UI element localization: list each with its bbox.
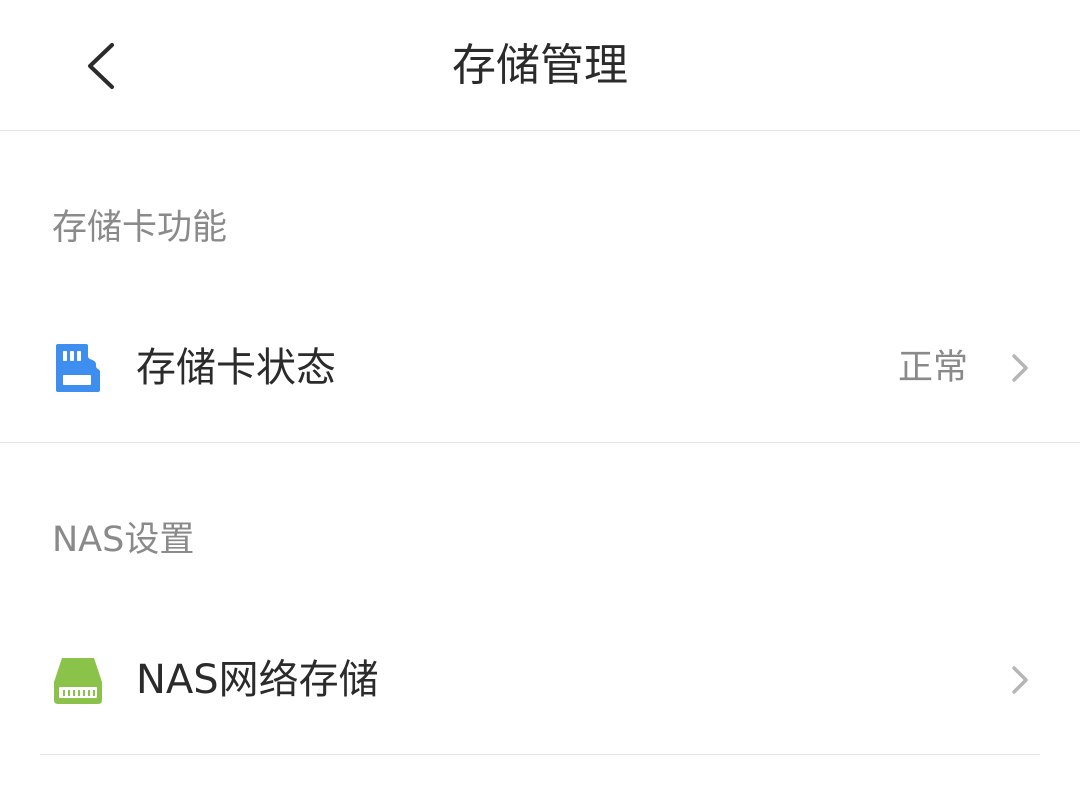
nas-storage-label: NAS网络存储 bbox=[136, 657, 379, 703]
chevron-right-icon bbox=[1012, 354, 1028, 382]
row-divider bbox=[0, 442, 1080, 443]
chevron-right-icon bbox=[1012, 666, 1028, 694]
page-title: 存储管理 bbox=[452, 40, 628, 91]
section-header-nas: NAS设置 bbox=[52, 520, 195, 560]
sd-card-icon bbox=[56, 344, 100, 392]
nas-drive-icon bbox=[54, 658, 102, 704]
sd-card-status-label: 存储卡状态 bbox=[136, 345, 336, 391]
row-divider bbox=[40, 754, 1040, 755]
sd-card-status-row[interactable]: 存储卡状态 正常 bbox=[0, 302, 1080, 432]
nas-storage-row[interactable]: NAS网络存储 bbox=[0, 614, 1080, 744]
sd-card-status-value: 正常 bbox=[897, 348, 968, 388]
section-header-sd-card: 存储卡功能 bbox=[52, 208, 228, 248]
top-navigation-bar: 存储管理 bbox=[0, 0, 1080, 131]
